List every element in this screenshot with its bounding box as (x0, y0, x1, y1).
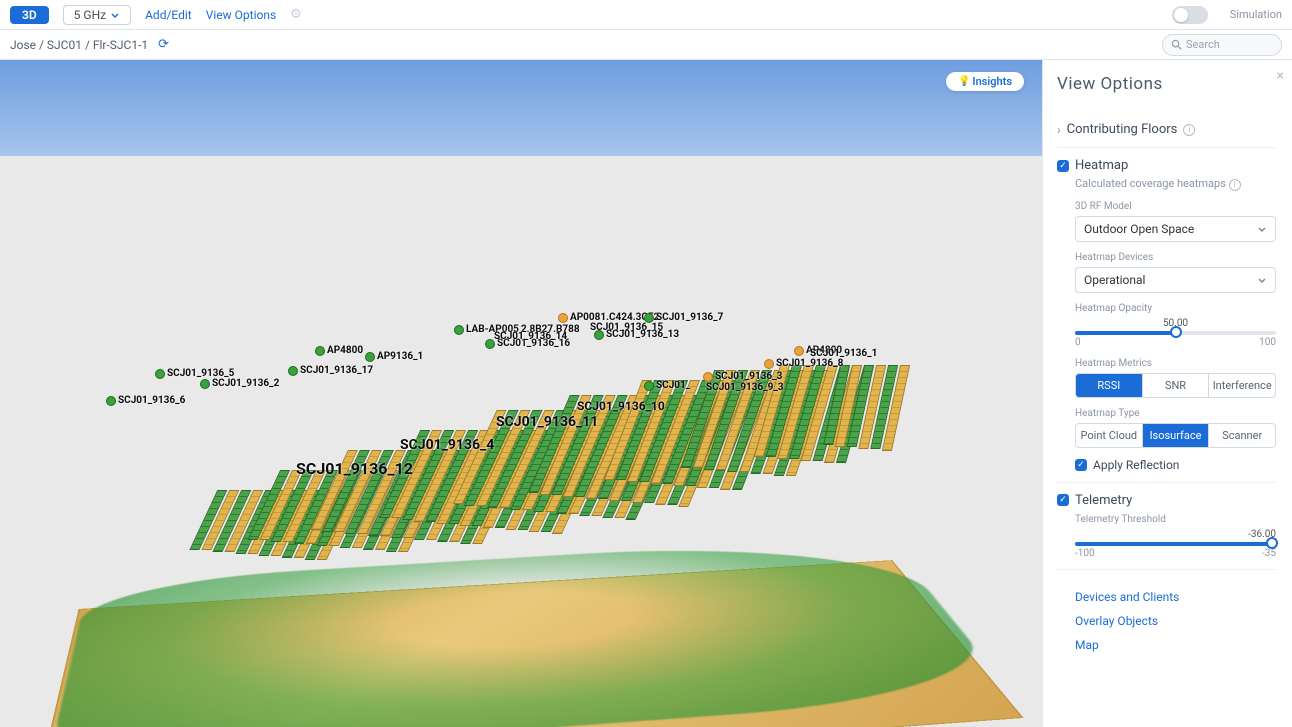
apply-reflection-row[interactable]: ✓ Apply Reflection (1075, 458, 1276, 472)
ap-marker[interactable]: SCJ01_9136_14 (494, 331, 567, 342)
info-icon[interactable]: i (1229, 179, 1241, 191)
ap-marker[interactable]: SCJ01_9136_6 (106, 395, 185, 406)
ap-marker[interactable]: AP9136_1 (365, 351, 423, 362)
ap-marker[interactable]: SCJ01_9136_9_3 (706, 382, 784, 393)
add-edit-link[interactable]: Add/Edit (145, 8, 192, 22)
rf-model-select[interactable]: Outdoor Open Space (1075, 216, 1276, 242)
ap-marker[interactable]: SCJ01_ (644, 380, 690, 391)
heatmap-devices-label: Heatmap Devices (1075, 252, 1276, 263)
insights-label: Insights (972, 75, 1012, 88)
type-scanner[interactable]: Scanner (1208, 424, 1275, 447)
ap-marker[interactable]: AP4800 (315, 345, 363, 356)
insights-button[interactable]: 💡 Insights (946, 72, 1024, 91)
view-3d-button[interactable]: 3D (10, 6, 49, 24)
bulb-icon: 💡 (958, 76, 970, 87)
ap-marker[interactable]: SCJ01_9136_4 (400, 437, 494, 453)
map-link[interactable]: Map (1075, 638, 1276, 652)
heatmap-subtitle: Calculated coverage heatmaps i (1075, 177, 1276, 191)
contributing-floors-toggle[interactable]: › Contributing Floors i (1057, 122, 1276, 137)
ap-marker[interactable]: SCJ01_9136_17 (288, 365, 373, 376)
chevron-down-icon (110, 10, 120, 20)
rf-model-label: 3D RF Model (1075, 201, 1276, 212)
ap-marker[interactable]: SCJ01_9136_7 (644, 312, 723, 323)
ap-marker[interactable]: SCJ01_9136_3 (703, 371, 782, 382)
apply-reflection-checkbox[interactable]: ✓ (1075, 459, 1087, 471)
view-options-link[interactable]: View Options (206, 8, 276, 22)
frequency-dropdown[interactable]: 5 GHz (63, 5, 131, 25)
devices-clients-link[interactable]: Devices and Clients (1075, 590, 1276, 604)
panel-title: View Options (1057, 74, 1276, 94)
heatmap-devices-select[interactable]: Operational (1075, 267, 1276, 293)
search-input[interactable]: Search (1162, 34, 1282, 56)
threshold-slider[interactable]: -36.00 -100-35 (1075, 529, 1276, 559)
chevron-down-icon (1257, 224, 1267, 234)
metric-rssi[interactable]: RSSI (1076, 374, 1142, 397)
info-icon[interactable]: i (1183, 124, 1195, 136)
ap-marker[interactable]: SCJ01_9136_12 (296, 459, 413, 478)
ap-marker[interactable]: SCJ01_9136_10 (577, 399, 665, 413)
telemetry-checkbox[interactable]: ✓ (1057, 494, 1069, 506)
breadcrumb[interactable]: Jose / SJC01 / Flr-SJC1-1 (10, 38, 148, 52)
ap-marker[interactable]: SCJ01_9136_13 (594, 329, 679, 340)
ap-marker[interactable]: SCJ01_9136_2 (200, 378, 279, 389)
frequency-value: 5 GHz (74, 8, 106, 22)
chevron-right-icon: › (1057, 123, 1061, 137)
type-pointcloud[interactable]: Point Cloud (1076, 424, 1142, 447)
metrics-label: Heatmap Metrics (1075, 358, 1276, 369)
gear-icon[interactable]: ⚙ (290, 7, 302, 22)
metric-snr[interactable]: SNR (1142, 374, 1209, 397)
view-options-panel: × View Options › Contributing Floors i ✓… (1042, 60, 1292, 727)
metric-interference[interactable]: Interference (1208, 374, 1275, 397)
ap-marker[interactable]: SCJ01_9136_8 (764, 358, 843, 369)
refresh-icon[interactable]: ⟳ (158, 37, 169, 52)
ap-marker[interactable]: SCJ01_9136_11 (496, 414, 598, 430)
telemetry-section-header[interactable]: ✓ Telemetry (1057, 493, 1276, 508)
search-placeholder: Search (1186, 38, 1220, 51)
metrics-segmented[interactable]: RSSI SNR Interference (1075, 373, 1276, 398)
simulation-toggle[interactable] (1172, 6, 1208, 24)
opacity-slider[interactable]: 50.00 0100 (1075, 318, 1276, 348)
heatmap-checkbox[interactable]: ✓ (1057, 160, 1069, 172)
simulation-label: Simulation (1230, 8, 1282, 21)
type-label: Heatmap Type (1075, 408, 1276, 419)
opacity-label: Heatmap Opacity (1075, 303, 1276, 314)
3d-viewport[interactable]: 💡 Insights (0, 60, 1042, 727)
threshold-label: Telemetry Threshold (1075, 514, 1276, 525)
type-isosurface[interactable]: Isosurface (1142, 424, 1209, 447)
chevron-down-icon (1257, 275, 1267, 285)
search-icon (1171, 39, 1182, 50)
overlay-objects-link[interactable]: Overlay Objects (1075, 614, 1276, 628)
heatmap-section-header[interactable]: ✓ Heatmap (1057, 158, 1276, 173)
type-segmented[interactable]: Point Cloud Isosurface Scanner (1075, 423, 1276, 448)
close-icon[interactable]: × (1277, 68, 1284, 84)
